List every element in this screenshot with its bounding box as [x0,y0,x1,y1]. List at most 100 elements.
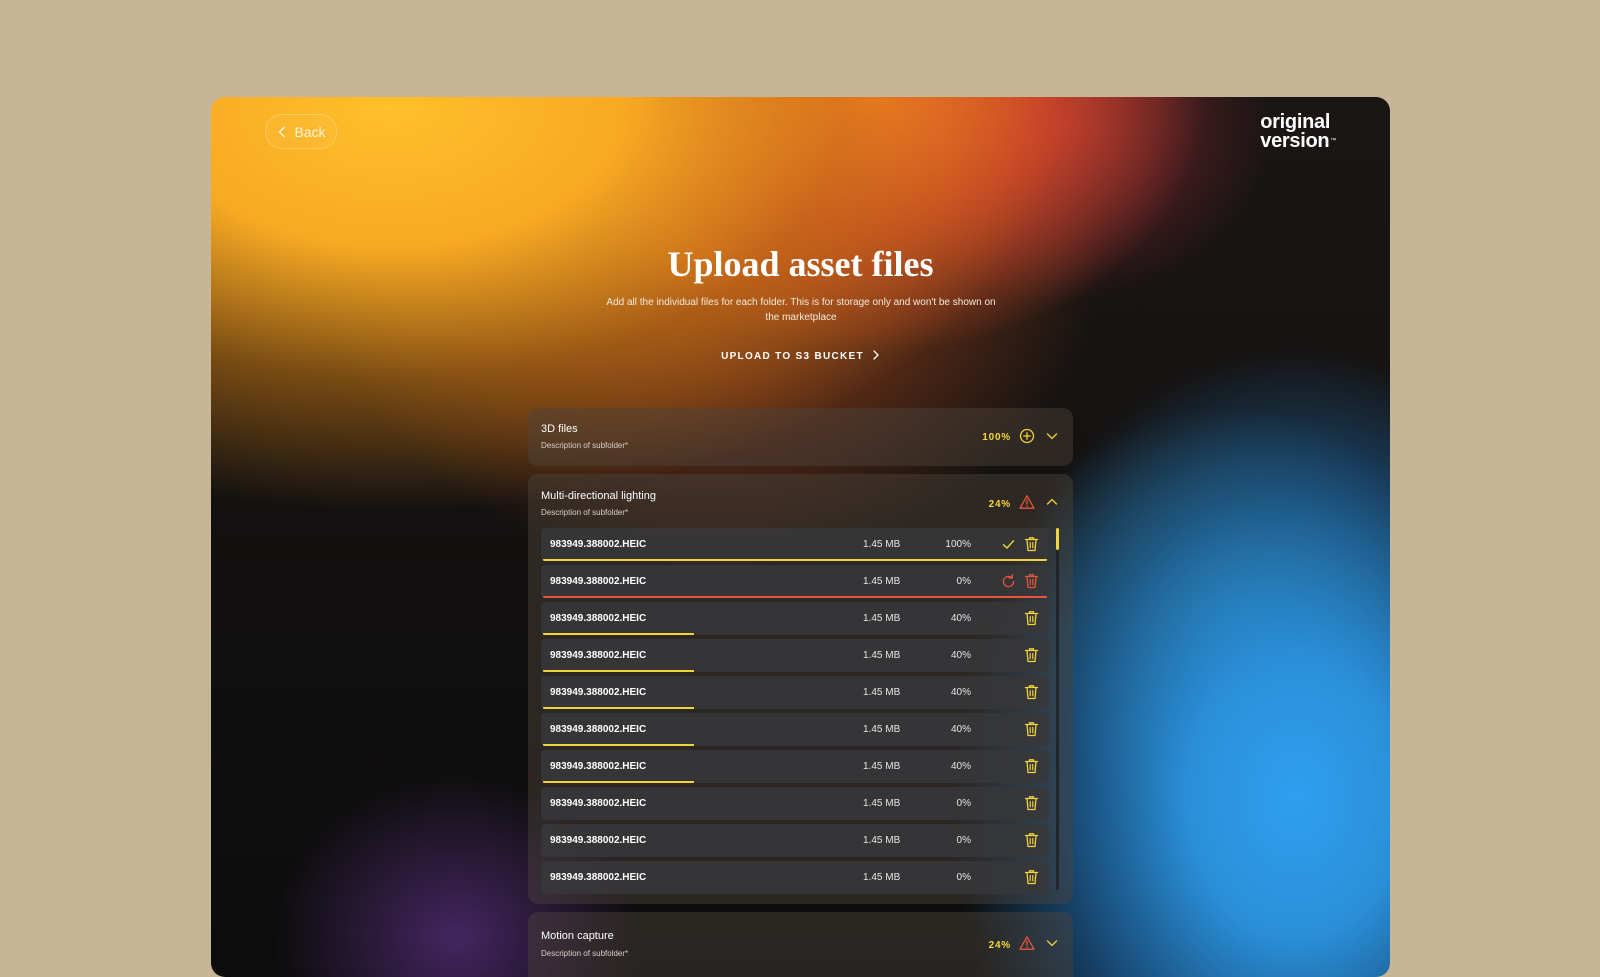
trash-icon[interactable] [1024,869,1039,885]
file-row: 983949.388002.HEIC 1.45 MB 40% [541,750,1049,783]
file-size: 1.45 MB [863,872,901,883]
progress-track [543,744,1047,746]
file-name: 983949.388002.HEIC [550,576,647,587]
chevron-right-icon [872,350,880,363]
file-percent: 40% [950,687,971,698]
file-percent: 0% [956,835,971,846]
folder-panel-3d-files: 3D files Description of subfolder* 100% [528,408,1073,466]
file-size: 1.45 MB [863,761,901,772]
trash-icon[interactable] [1024,684,1039,700]
file-row: 983949.388002.HEIC 1.45 MB 100% [541,528,1049,561]
folder-percent: 100% [982,432,1011,443]
check-icon [1001,537,1016,552]
file-name: 983949.388002.HEIC [550,761,647,772]
file-size: 1.45 MB [863,835,901,846]
folder-header[interactable]: Motion capture Description of subfolder*… [528,912,1073,970]
file-percent: 40% [950,613,971,624]
file-name: 983949.388002.HEIC [550,650,647,661]
file-name: 983949.388002.HEIC [550,687,647,698]
trash-icon[interactable] [1024,832,1039,848]
folder-percent: 24% [988,940,1011,951]
scrollbar-thumb[interactable] [1056,528,1059,550]
file-name: 983949.388002.HEIC [550,798,647,809]
trash-icon[interactable] [1024,536,1039,552]
plus-circle-icon[interactable] [1019,428,1035,444]
folder-title: Multi-directional lighting [541,490,656,502]
folder-header[interactable]: Multi-directional lighting Description o… [528,474,1073,532]
trash-icon[interactable] [1024,721,1039,737]
file-size: 1.45 MB [863,613,901,624]
folder-header[interactable]: 3D files Description of subfolder* 100% [528,408,1073,466]
page-title: Upload asset files [667,244,934,284]
file-size: 1.45 MB [863,687,901,698]
progress-bar [543,670,695,672]
chevron-down-icon[interactable] [1046,430,1058,442]
file-row: 983949.388002.HEIC 1.45 MB 40% [541,639,1049,672]
progress-bar [543,596,1047,598]
progress-bar [543,707,695,709]
progress-track [543,633,1047,635]
folder-panel-multi-directional-lighting: Multi-directional lighting Description o… [528,474,1073,904]
chevron-left-icon [278,126,286,137]
folder-description: Description of subfolder* [541,508,629,517]
progress-track [543,892,1047,894]
progress-track [543,855,1047,857]
file-name: 983949.388002.HEIC [550,724,647,735]
trash-icon[interactable] [1024,573,1039,589]
file-percent: 0% [956,798,971,809]
file-row: 983949.388002.HEIC 1.45 MB 40% [541,602,1049,635]
upload-to-s3-button[interactable]: UPLOAD TO S3 BUCKET [211,350,1390,363]
chevron-up-icon[interactable] [1046,496,1058,508]
file-size: 1.45 MB [863,650,901,661]
scrollbar-track[interactable] [1056,528,1059,890]
file-row: 983949.388002.HEIC 1.45 MB 0% [541,565,1049,598]
file-row: 983949.388002.HEIC 1.45 MB 0% [541,824,1049,857]
folder-title: Motion capture [541,930,614,942]
file-name: 983949.388002.HEIC [550,539,647,550]
file-row: 983949.388002.HEIC 1.45 MB 0% [541,861,1049,894]
progress-track [543,670,1047,672]
file-percent: 40% [950,761,971,772]
progress-track [543,818,1047,820]
file-percent: 40% [950,650,971,661]
file-name: 983949.388002.HEIC [550,613,647,624]
progress-bar [543,559,1047,561]
progress-bar [543,744,695,746]
progress-track [543,559,1047,561]
warning-icon [1019,495,1035,509]
file-percent: 40% [950,724,971,735]
page-subtitle: Add all the individual files for each fo… [606,297,996,323]
file-size: 1.45 MB [863,798,901,809]
retry-icon[interactable] [1001,574,1016,589]
file-percent: 0% [956,872,971,883]
progress-track [543,707,1047,709]
file-size: 1.45 MB [863,576,901,587]
trash-icon[interactable] [1024,795,1039,811]
folder-description: Description of subfolder* [541,441,629,450]
progress-track [543,596,1047,598]
progress-bar [543,781,695,783]
file-row: 983949.388002.HEIC 1.45 MB 40% [541,676,1049,709]
trash-icon[interactable] [1024,647,1039,663]
logo: original version™ [1260,112,1336,152]
back-label: Back [294,123,326,140]
file-row: 983949.388002.HEIC 1.45 MB 40% [541,713,1049,746]
file-name: 983949.388002.HEIC [550,872,647,883]
upload-page: Back original version™ Upload asset file… [211,97,1390,977]
back-button[interactable]: Back [265,114,337,149]
progress-bar [543,633,695,635]
folder-title: 3D files [541,423,578,435]
file-name: 983949.388002.HEIC [550,835,647,846]
folder-percent: 24% [988,499,1011,510]
file-list: 983949.388002.HEIC 1.45 MB 100% 983949.3880… [541,528,1049,898]
folder-panel-motion-capture: Motion capture Description of subfolder*… [528,912,1073,977]
file-row: 983949.388002.HEIC 1.45 MB 0% [541,787,1049,820]
file-percent: 0% [956,576,971,587]
upload-label: UPLOAD TO S3 BUCKET [721,351,864,362]
trash-icon[interactable] [1024,610,1039,626]
logo-line2: version™ [1260,130,1336,152]
chevron-down-icon[interactable] [1046,937,1058,949]
file-size: 1.45 MB [863,724,901,735]
file-percent: 100% [945,539,971,550]
trash-icon[interactable] [1024,758,1039,774]
